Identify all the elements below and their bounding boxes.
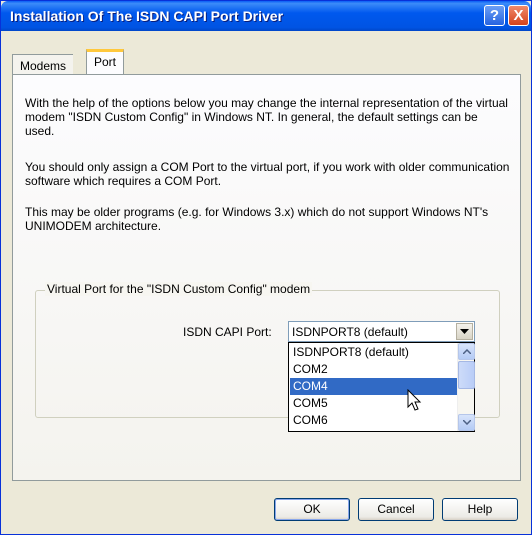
scroll-up-button[interactable] (458, 343, 475, 360)
chevron-up-icon (461, 348, 472, 355)
help-title-button[interactable]: ? (484, 5, 505, 26)
scroll-down-button[interactable] (458, 414, 475, 431)
combobox-selected-value: ISDNPORT8 (default) (292, 325, 408, 339)
tab-port[interactable]: Port (86, 49, 125, 75)
help-button[interactable]: Help (442, 498, 518, 521)
chevron-down-icon (461, 419, 472, 426)
dropdown-option-com5[interactable]: COM5 (290, 395, 458, 412)
window-title: Installation Of The ISDN CAPI Port Drive… (10, 8, 284, 24)
description-paragraph-2: You should only assign a COM Port to the… (25, 160, 510, 188)
mouse-cursor-icon (407, 389, 422, 411)
isdn-capi-port-combobox[interactable]: ISDNPORT8 (default) (288, 321, 475, 342)
isdn-capi-port-label: ISDN CAPI Port: (183, 325, 272, 339)
dropdown-option-com6[interactable]: COM6 (290, 412, 458, 429)
title-bar[interactable]: Installation Of The ISDN CAPI Port Drive… (1, 1, 531, 31)
groupbox-legend: Virtual Port for the "ISDN Custom Config… (45, 282, 313, 296)
dropdown-scrollbar[interactable] (457, 343, 475, 431)
chevron-down-icon (460, 329, 469, 334)
dropdown-option-com4[interactable]: COM4 (290, 378, 458, 395)
description-paragraph-1: With the help of the options below you m… (25, 96, 508, 138)
tab-modems[interactable]: Modems (12, 54, 74, 74)
cancel-button[interactable]: Cancel (358, 498, 434, 521)
dropdown-arrow-button[interactable] (456, 323, 473, 340)
scroll-thumb[interactable] (458, 361, 475, 389)
ok-button[interactable]: OK (274, 498, 350, 521)
dialog-window: Installation Of The ISDN CAPI Port Drive… (0, 0, 532, 535)
port-dropdown-list[interactable]: ISDNPORT8 (default) COM2 COM4 COM5 COM6 (288, 342, 475, 432)
description-paragraph-3: This may be older programs (e.g. for Win… (25, 205, 489, 233)
dropdown-option-com2[interactable]: COM2 (290, 361, 458, 378)
dropdown-option-isdnport8[interactable]: ISDNPORT8 (default) (290, 344, 458, 361)
close-button[interactable]: X (508, 5, 529, 26)
